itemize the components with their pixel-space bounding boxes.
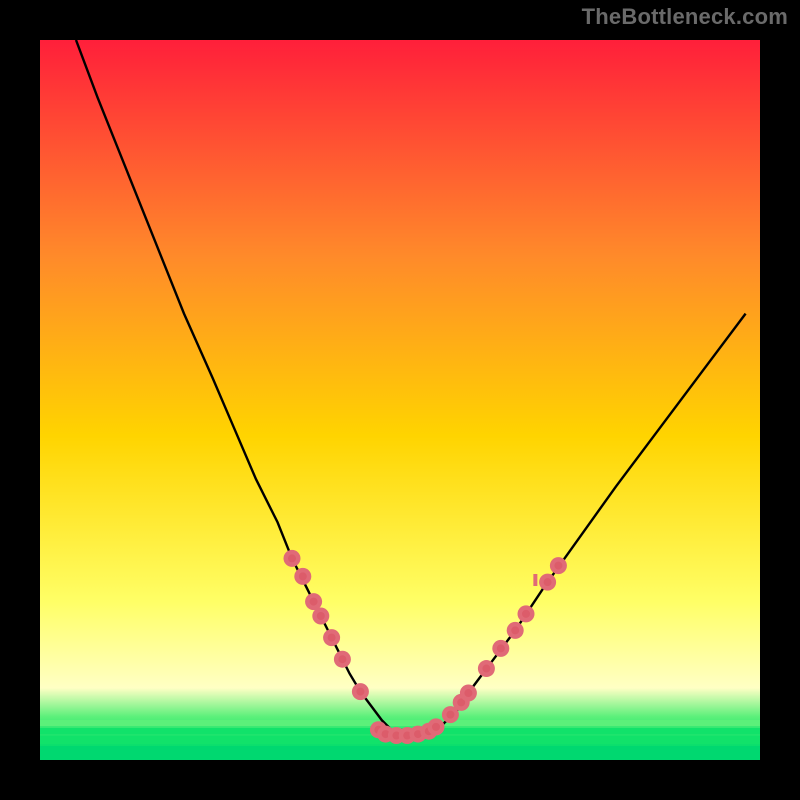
data-marker-center <box>511 626 519 634</box>
data-marker-center <box>522 610 530 618</box>
green-band <box>40 720 760 726</box>
chart-frame: TheBottleneck.com <box>0 0 800 800</box>
data-marker-center <box>288 554 296 562</box>
data-marker-center <box>317 612 325 620</box>
gradient-background <box>40 40 760 760</box>
data-marker-center <box>554 562 562 570</box>
data-marker-center <box>482 665 490 673</box>
data-marker-center <box>497 644 505 652</box>
data-marker-center <box>328 634 336 642</box>
data-marker-center <box>338 655 346 663</box>
data-marker-center <box>446 711 454 719</box>
watermark-text: TheBottleneck.com <box>582 4 788 30</box>
bottleneck-chart <box>40 40 760 760</box>
green-band <box>40 746 760 760</box>
data-marker-center <box>544 578 552 586</box>
data-marker-center <box>464 689 472 697</box>
data-marker-center <box>310 598 318 606</box>
data-marker-center <box>299 572 307 580</box>
stray-tick-marker <box>533 574 537 586</box>
off-curve-marker <box>533 574 537 586</box>
data-marker-center <box>356 688 364 696</box>
data-marker-center <box>432 723 440 731</box>
plot-area <box>40 40 760 760</box>
